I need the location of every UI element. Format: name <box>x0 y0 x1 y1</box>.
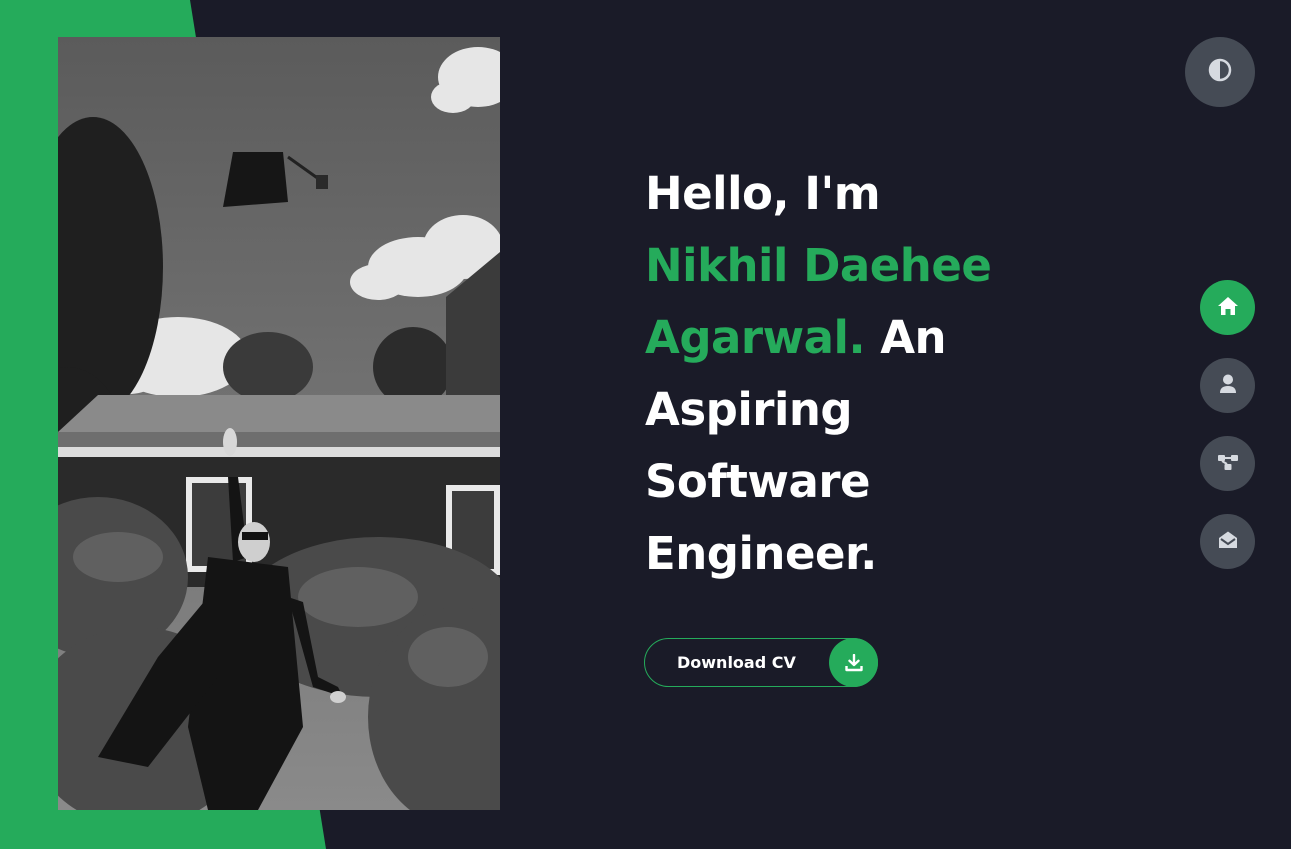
download-cv-button[interactable]: Download CV <box>644 638 878 687</box>
download-icon <box>829 638 878 687</box>
tagline-start: An <box>865 311 947 364</box>
name-second-line: Agarwal. An <box>645 302 1125 374</box>
profile-photo <box>58 37 500 810</box>
name-last: Agarwal. <box>645 311 866 364</box>
nav-home[interactable] <box>1200 280 1255 335</box>
greeting-line: Hello, I'm <box>645 167 881 220</box>
nav-about[interactable] <box>1200 358 1255 413</box>
theme-toggle-button[interactable] <box>1185 37 1255 107</box>
user-icon <box>1219 374 1237 398</box>
download-cv-label: Download CV <box>677 653 796 672</box>
network-icon <box>1217 453 1239 475</box>
hero-heading: Hello, I'm Nikhil Daehee Agarwal. An Asp… <box>645 158 1125 590</box>
contrast-icon <box>1208 58 1232 86</box>
envelope-open-icon <box>1218 530 1238 554</box>
name-first-line: Nikhil Daehee <box>645 239 992 292</box>
nav-portfolio[interactable] <box>1200 436 1255 491</box>
home-icon <box>1217 296 1239 320</box>
tagline-line-2: Aspiring <box>645 383 853 436</box>
tagline-line-4: Engineer. <box>645 527 877 580</box>
side-navigation <box>1200 280 1255 592</box>
tagline-line-3: Software <box>645 455 871 508</box>
nav-contact[interactable] <box>1200 514 1255 569</box>
